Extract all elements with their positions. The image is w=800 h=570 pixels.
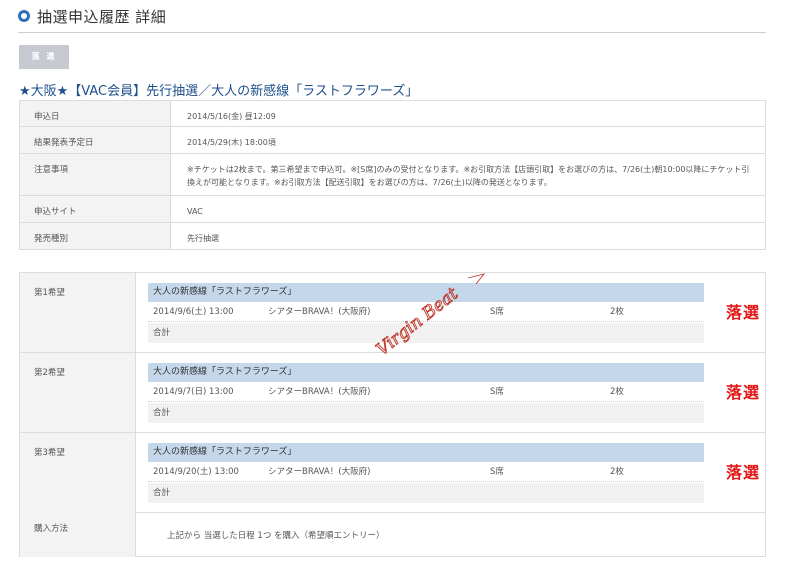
purchase-method-text: 上記から 当選した日程 1つ を購入（希望順エントリー） (167, 531, 385, 541)
ticket-quantity: 2枚 (610, 307, 624, 317)
purchase-label-cell (20, 512, 136, 557)
performance-date: 2014/9/6(土) 13:00 (153, 307, 234, 317)
performance-date: 2014/9/20(土) 13:00 (153, 467, 239, 477)
event-title: ★大阪★【VAC会員】先行抽選／大人の新感線「ラストフラワーズ」 (19, 84, 419, 99)
lottery-result: 落選 (726, 463, 761, 482)
seat-type: S席 (490, 467, 504, 477)
performance-detail: 2014/9/7(日) 13:00 シアターBRAVA！(大阪府) S席 2枚 (148, 383, 704, 402)
wish-label-cell: 第1希望 (20, 273, 136, 352)
info-value: 2014/5/29(木) 18:00頃 (170, 126, 766, 154)
wish-label: 第3希望 (34, 448, 65, 458)
performance-venue: シアターBRAVA！(大阪府) (268, 467, 371, 477)
seat-type: S席 (490, 387, 504, 397)
wish-row-3: 第3希望 大人の新感線「ラストフラワーズ」 2014/9/20(土) 13:00… (20, 433, 765, 513)
info-row-site: 申込サイト VAC (19, 195, 766, 223)
performance-detail: 2014/9/20(土) 13:00 シアターBRAVA！(大阪府) S席 2枚 (148, 463, 704, 482)
wish-label-cell: 第2希望 (20, 353, 136, 432)
total-label: 合計 (148, 483, 704, 503)
performance-title: 大人の新感線「ラストフラワーズ」 (148, 443, 704, 462)
info-value: ※チケットは2枚まで。第三希望まで申込可。※[S席]のみの受付となります。※お引… (170, 153, 766, 196)
performance-date: 2014/9/7(日) 13:00 (153, 387, 234, 397)
page-title: 抽選申込履歴 詳細 (37, 8, 167, 26)
watermark-text: Virgin Beat (373, 284, 462, 360)
info-value: 2014/5/16(金) 昼12:09 (170, 100, 766, 127)
info-row-result-date: 結果発表予定日 2014/5/29(木) 18:00頃 (19, 126, 766, 154)
ticket-quantity: 2枚 (610, 387, 624, 397)
info-value: 先行抽選 (170, 222, 766, 250)
info-label: 注意事項 (19, 153, 171, 196)
performance-venue: シアターBRAVA！(大阪府) (268, 307, 371, 317)
lottery-result: 落選 (726, 383, 761, 402)
info-label: 申込日 (19, 100, 171, 127)
info-value: VAC (170, 195, 766, 223)
info-label: 申込サイト (19, 195, 171, 223)
seat-type: S席 (490, 307, 504, 317)
info-label: 結果発表予定日 (19, 126, 171, 154)
watermark-flourish (467, 273, 486, 285)
performance-venue: シアターBRAVA！(大阪府) (268, 387, 371, 397)
info-row-notes: 注意事項 ※チケットは2枚まで。第三希望まで申込可。※[S席]のみの受付となりま… (19, 153, 766, 196)
lottery-result: 落選 (726, 303, 761, 322)
circle-bullet-icon (18, 10, 30, 22)
wish-label: 第1希望 (34, 288, 65, 298)
wish-label: 第2希望 (34, 368, 65, 378)
wish-label-cell: 第3希望 (20, 433, 136, 512)
ticket-quantity: 2枚 (610, 467, 624, 477)
status-badge: 落 選 (19, 45, 69, 69)
page-header: 抽選申込履歴 詳細 (18, 6, 766, 33)
info-row-application-date: 申込日 2014/5/16(金) 昼12:09 (19, 100, 766, 127)
total-label: 合計 (148, 403, 704, 423)
application-info-table: 申込日 2014/5/16(金) 昼12:09 結果発表予定日 2014/5/2… (19, 100, 766, 250)
info-label: 発売種別 (19, 222, 171, 250)
info-row-sale-type: 発売種別 先行抽選 (19, 222, 766, 250)
purchase-method-label: 購入方法 (34, 524, 69, 534)
virgin-beat-watermark: Virgin Beat (372, 273, 486, 360)
